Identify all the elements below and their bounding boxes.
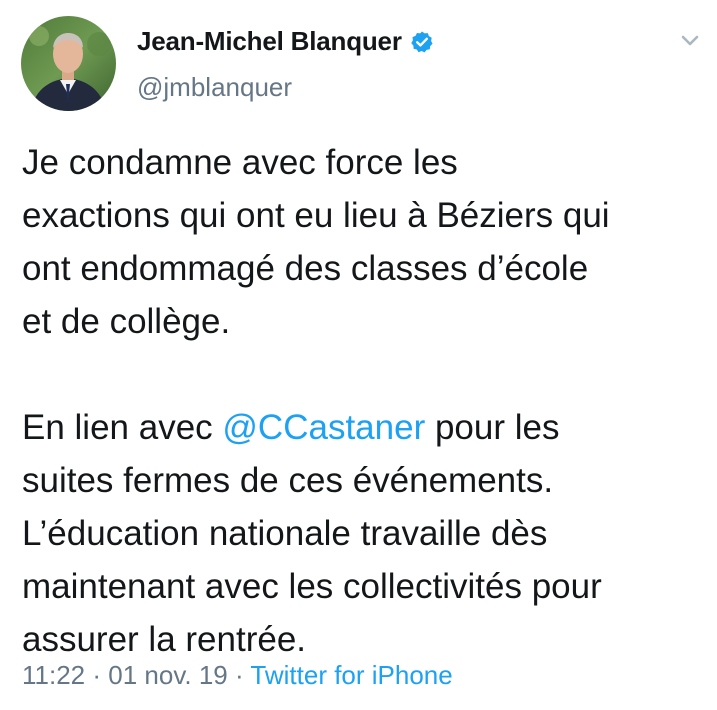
tweet-line: maintenant avec les collectivités pour [22, 567, 602, 606]
tweet-time[interactable]: 11:22 [22, 660, 85, 690]
tweet-line: suites fermes de ces événements. [22, 461, 554, 500]
tweet-source-link[interactable]: Twitter for iPhone [250, 660, 452, 690]
tweet-date[interactable]: 01 nov. 19 [108, 660, 228, 690]
tweet-line-text: pour les [425, 408, 560, 447]
tweet-line: En lien avec @CCastaner pour les [22, 401, 712, 454]
chevron-down-icon[interactable] [676, 30, 704, 52]
verified-badge-icon [410, 30, 434, 54]
tweet-card: Jean-Michel Blanquer @jmblanquer Je cond… [0, 0, 717, 710]
tweet-line-text: En lien avec [22, 408, 223, 447]
tweet-text: Je condamne avec force les exactions qui… [22, 136, 712, 666]
meta-separator: · [85, 660, 109, 690]
tweet-line: L’éducation nationale travaille dès [22, 514, 548, 553]
avatar[interactable] [21, 16, 116, 111]
tweet-line: assurer la rentrée. [22, 620, 307, 659]
tweet-meta: 11:22 · 01 nov. 19 · Twitter for iPhone [22, 660, 453, 691]
tweet-line: exactions qui ont eu lieu à Béziers qui [22, 196, 610, 235]
author-display-name[interactable]: Jean-Michel Blanquer [137, 26, 402, 57]
author-name-row[interactable]: Jean-Michel Blanquer [137, 26, 434, 57]
tweet-line: Je condamne avec force les [22, 143, 458, 182]
meta-separator: · [227, 660, 251, 690]
tweet-line: et de collège. [22, 302, 231, 341]
mention-link[interactable]: @CCastaner [222, 408, 425, 447]
author-handle[interactable]: @jmblanquer [137, 72, 292, 103]
tweet-line: ont endommagé des classes d’école [22, 249, 589, 288]
